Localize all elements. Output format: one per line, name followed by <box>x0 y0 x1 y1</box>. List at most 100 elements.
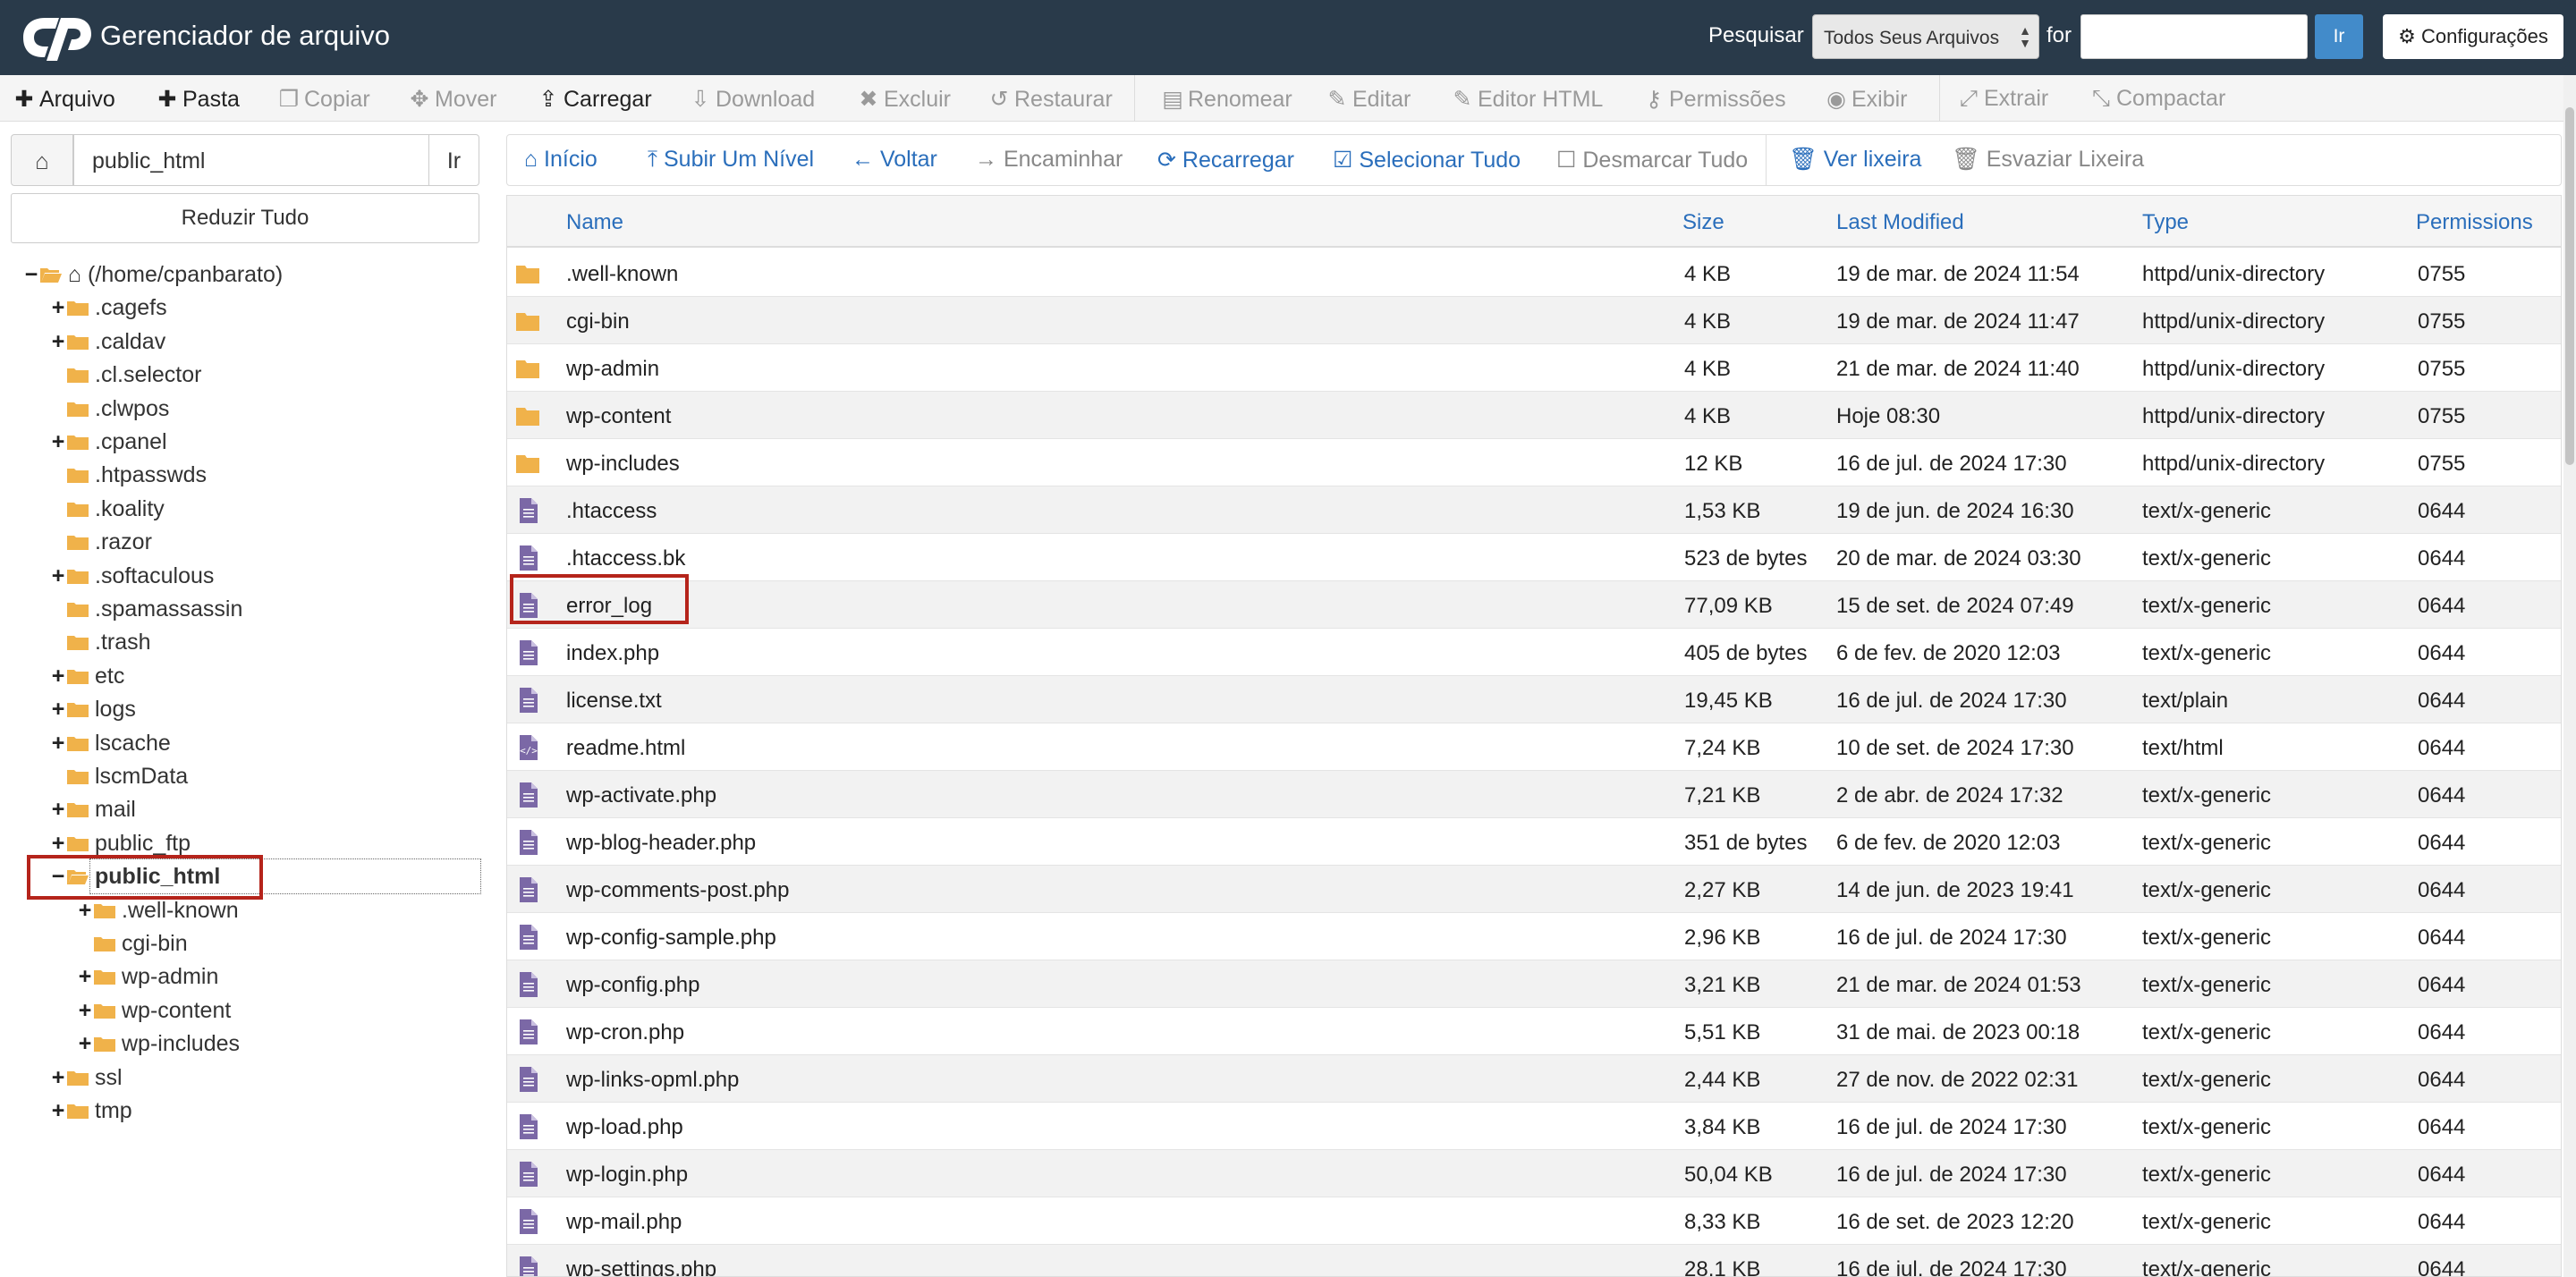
tree-item[interactable]: + .cpanel <box>50 426 167 458</box>
table-row[interactable]: error_log 77,09 KB 15 de set. de 2024 07:4… <box>507 581 2561 629</box>
toolbar-mover-button[interactable]: ✥ Mover <box>408 86 497 113</box>
toolbar-exibir-button[interactable]: ◉ Exibir <box>1825 86 1907 113</box>
cell-name[interactable]: readme.html <box>566 736 685 761</box>
expand-icon[interactable]: + <box>50 560 66 592</box>
column-name[interactable]: Name <box>566 210 623 235</box>
column-type[interactable]: Type <box>2142 210 2189 235</box>
table-row[interactable]: cgi-bin 4 KB 19 de mar. de 2024 11:47 httpd… <box>507 297 2561 344</box>
column-last-modified[interactable]: Last Modified <box>1836 210 1964 235</box>
expand-icon[interactable]: + <box>50 426 66 458</box>
collapse-all-button[interactable]: Reduzir Tudo <box>11 193 479 243</box>
nav-encaminhar-button[interactable]: → Encaminhar <box>975 147 1123 173</box>
nav-esvaziar-lixeira-button[interactable]: 🗑 Esvaziar Lixeira <box>1952 147 2144 173</box>
table-row[interactable]: wp-activate.php 7,21 KB 2 de abr. de 2024 … <box>507 771 2561 818</box>
tree-item[interactable]: + wp-admin <box>77 960 219 993</box>
tree-item[interactable]: .clwpos <box>50 393 169 425</box>
tree-item[interactable]: lscmData <box>50 760 188 792</box>
cell-name[interactable]: wp-includes <box>566 452 680 477</box>
column-size[interactable]: Size <box>1682 210 1724 235</box>
nav-desmarcar-tudo-button[interactable]: ☐ Desmarcar Tudo <box>1556 147 1748 173</box>
tree-item[interactable]: + etc <box>50 660 125 692</box>
table-row[interactable]: </> readme.html 7,24 KB 10 de set. de 2024 … <box>507 723 2561 771</box>
toolbar-arquivo-button[interactable]: ✚ Arquivo <box>13 86 115 113</box>
cpanel-logo-icon[interactable] <box>20 13 95 63</box>
cell-name[interactable]: wp-config.php <box>566 973 699 998</box>
expand-icon[interactable]: + <box>50 793 66 825</box>
toolbar-copiar-button[interactable]: ❐ Copiar <box>277 86 370 113</box>
table-row[interactable]: .htaccess.bk 523 de bytes 20 de mar. de 20… <box>507 534 2561 581</box>
tree-item[interactable]: .trash <box>50 626 151 658</box>
expand-icon[interactable]: + <box>77 960 93 993</box>
collapse-icon[interactable]: − <box>23 258 39 291</box>
cell-name[interactable]: wp-activate.php <box>566 783 716 808</box>
tree-item[interactable]: .htpasswds <box>50 459 207 491</box>
tree-item[interactable]: .razor <box>50 526 152 558</box>
cell-name[interactable]: wp-load.php <box>566 1115 683 1140</box>
table-row[interactable]: .well-known 4 KB 19 de mar. de 2024 11:54 h… <box>507 249 2561 297</box>
toolbar-pasta-button[interactable]: ✚ Pasta <box>156 86 240 113</box>
cell-name[interactable]: index.php <box>566 641 659 666</box>
search-go-button[interactable]: Ir <box>2315 14 2363 59</box>
expand-icon[interactable]: + <box>50 1061 66 1094</box>
expand-icon[interactable]: + <box>50 292 66 324</box>
cell-name[interactable]: wp-admin <box>566 357 659 382</box>
table-row[interactable]: wp-login.php 50,04 KB 16 de jul. de 2024 1… <box>507 1150 2561 1197</box>
table-row[interactable]: license.txt 19,45 KB 16 de jul. de 2024 17… <box>507 676 2561 723</box>
expand-icon[interactable]: + <box>77 1028 93 1060</box>
toolbar-carregar-button[interactable]: ⇪ Carregar <box>537 86 652 113</box>
nav-selecionar-tudo-button[interactable]: ☑ Selecionar Tudo <box>1333 147 1521 173</box>
toolbar-editar-button[interactable]: ✎ Editar <box>1326 86 1411 113</box>
table-row[interactable]: wp-config.php 3,21 KB 21 de mar. de 2024 0… <box>507 960 2561 1008</box>
tree-item[interactable]: + wp-includes <box>77 1028 240 1060</box>
table-row[interactable]: wp-links-opml.php 2,44 KB 27 de nov. de 20… <box>507 1055 2561 1103</box>
expand-icon[interactable]: + <box>50 693 66 725</box>
table-row[interactable]: wp-mail.php 8,33 KB 16 de set. de 2023 12:… <box>507 1197 2561 1245</box>
cell-name[interactable]: cgi-bin <box>566 309 630 334</box>
expand-icon[interactable]: + <box>50 660 66 692</box>
tree-item[interactable]: + .caldav <box>50 326 166 358</box>
path-go-button[interactable]: Ir <box>429 134 479 186</box>
table-row[interactable]: wp-comments-post.php 2,27 KB 14 de jun. de… <box>507 866 2561 913</box>
cell-name[interactable]: wp-mail.php <box>566 1210 682 1235</box>
tree-item[interactable]: + mail <box>50 793 136 825</box>
tree-item-home[interactable]: − ⌂ (/home/cpanbarato) <box>23 258 284 291</box>
cell-name[interactable]: wp-cron.php <box>566 1020 684 1045</box>
toolbar-renomear-button[interactable]: ▤ Renomear <box>1161 86 1292 113</box>
tree-item[interactable]: .cl.selector <box>50 359 201 391</box>
toolbar-editor-html-button[interactable]: ✎ Editor HTML <box>1451 86 1604 113</box>
column-permissions[interactable]: Permissions <box>2416 210 2533 235</box>
cell-name[interactable]: wp-blog-header.php <box>566 831 756 856</box>
cell-name[interactable]: wp-links-opml.php <box>566 1068 739 1093</box>
table-row[interactable]: wp-content 4 KB Hoje 08:30 httpd/unix-direc… <box>507 392 2561 439</box>
table-row[interactable]: wp-blog-header.php 351 de bytes 6 de fev. … <box>507 818 2561 866</box>
cell-name[interactable]: license.txt <box>566 689 662 714</box>
cell-name[interactable]: wp-content <box>566 404 671 429</box>
table-row[interactable]: wp-config-sample.php 2,96 KB 16 de jul. de… <box>507 913 2561 960</box>
toolbar-compactar-button[interactable]: ⤡ Compactar <box>2089 86 2225 112</box>
search-scope-select[interactable]: Todos Seus Arquivos ▲ ▼ <box>1812 14 2039 59</box>
cell-name[interactable]: wp-config-sample.php <box>566 926 776 951</box>
settings-button[interactable]: ⚙ Configurações <box>2383 14 2563 59</box>
tree-item[interactable]: + wp-content <box>77 994 232 1027</box>
table-row[interactable]: index.php 405 de bytes 6 de fev. de 2020 1… <box>507 629 2561 676</box>
tree-item[interactable]: .koality <box>50 493 165 525</box>
cell-name[interactable]: wp-login.php <box>566 1163 688 1188</box>
path-home-button[interactable]: ⌂ <box>11 134 73 186</box>
nav-início-button[interactable]: ⌂ Início <box>524 147 597 173</box>
tree-item[interactable]: + logs <box>50 693 136 725</box>
cell-name[interactable]: .htaccess <box>566 499 657 524</box>
toolbar-permissões-button[interactable]: ⚷ Permissões <box>1642 86 1786 113</box>
expand-icon[interactable]: + <box>50 727 66 759</box>
path-input[interactable]: public_html <box>73 134 429 186</box>
search-input[interactable] <box>2080 14 2308 59</box>
tree-item[interactable]: + lscache <box>50 727 171 759</box>
nav-ver-lixeira-button[interactable]: 🗑 Ver lixeira <box>1789 147 1921 173</box>
tree-item[interactable]: + ssl <box>50 1061 123 1094</box>
toolbar-extrair-button[interactable]: ⤢ Extrair <box>1957 86 2048 112</box>
tree-item[interactable]: + .cagefs <box>50 292 167 324</box>
table-row[interactable]: wp-load.php 3,84 KB 16 de jul. de 2024 17:… <box>507 1103 2561 1150</box>
table-row[interactable]: wp-settings.php 28,1 KB 16 de jul. de 2024… <box>507 1245 2561 1276</box>
cell-name[interactable]: wp-comments-post.php <box>566 878 789 903</box>
expand-icon[interactable]: + <box>50 1095 66 1127</box>
toolbar-restaurar-button[interactable]: ↺ Restaurar <box>987 86 1113 113</box>
